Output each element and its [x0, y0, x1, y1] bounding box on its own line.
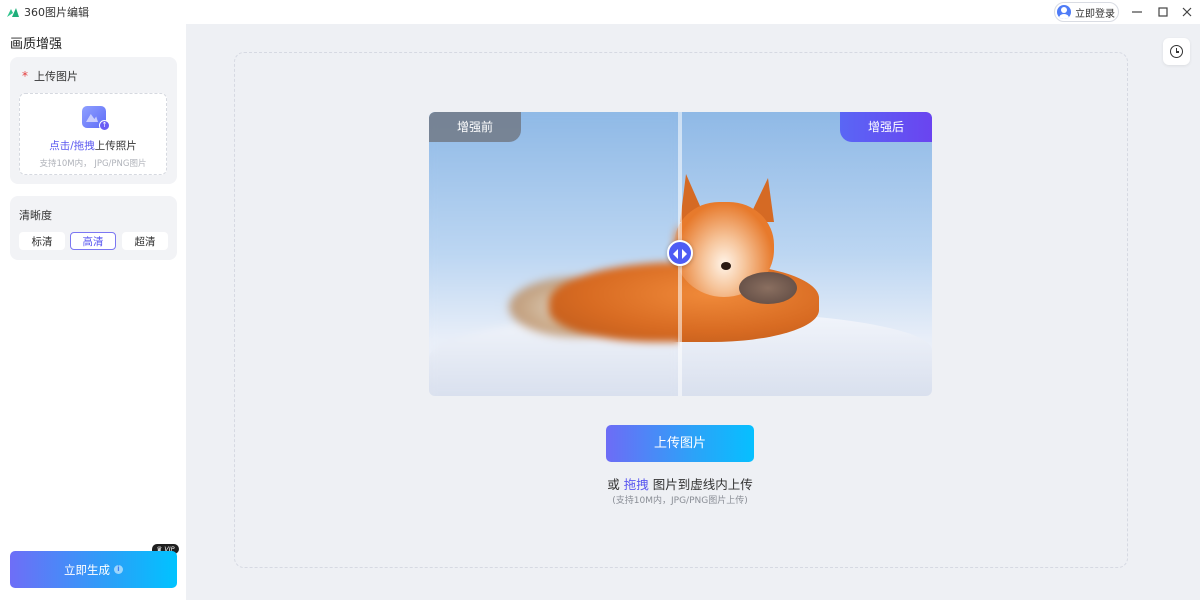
before-label: 增强前: [429, 112, 521, 142]
before-after-compare[interactable]: 增强前 增强后: [429, 112, 932, 396]
upload-hint: 支持10M内， JPG/PNG图片: [39, 159, 147, 169]
login-button[interactable]: 立即登录: [1054, 2, 1119, 22]
user-avatar-icon: [1057, 5, 1071, 19]
clarity-label: 清晰度: [19, 209, 52, 222]
compare-slider-handle[interactable]: [667, 240, 693, 266]
upload-image-button[interactable]: 上传图片: [606, 425, 754, 462]
upload-instruction: 点击/拖拽上传照片: [20, 138, 166, 153]
drag-link[interactable]: 拖拽: [624, 477, 649, 492]
click-drag-link[interactable]: 点击/拖拽: [49, 140, 95, 152]
drag-instruction: 或 拖拽 图片到虚线内上传: [0, 474, 1200, 493]
before-blurred-half: [429, 112, 680, 396]
app-title: 360图片编辑: [24, 6, 89, 19]
required-mark: *: [22, 69, 28, 83]
or-prefix: 或: [607, 477, 620, 492]
generate-label: 立即生成: [64, 562, 110, 577]
upload-dropzone[interactable]: ↑ 点击/拖拽上传照片 支持10M内， JPG/PNG图片: [19, 93, 167, 175]
upload-label: 上传图片: [34, 70, 78, 83]
info-icon[interactable]: i: [114, 565, 123, 574]
image-upload-icon: ↑: [82, 106, 110, 131]
after-label: 增强后: [840, 112, 932, 142]
minimize-icon[interactable]: [1128, 3, 1146, 21]
title-bar: 360图片编辑 立即登录: [0, 0, 1200, 24]
generate-button[interactable]: 立即生成 i: [10, 551, 177, 588]
clarity-card: 清晰度 标清 高清 超清: [10, 196, 177, 260]
login-label: 立即登录: [1075, 8, 1115, 20]
panel-title: 画质增强: [10, 37, 63, 52]
upload-action-text: 上传照片: [94, 140, 137, 152]
or-suffix: 图片到虚线内上传: [652, 477, 753, 492]
clarity-option-standard[interactable]: 标清: [19, 232, 65, 250]
history-button[interactable]: [1163, 38, 1190, 65]
history-clock-icon: [1170, 45, 1183, 58]
close-icon[interactable]: [1178, 3, 1196, 21]
app-logo-icon: [7, 8, 19, 17]
sidebar: 画质增强 * 上传图片 ↑ 点击/拖拽上传照片 支持10M内， JPG/PNG图…: [0, 24, 186, 600]
upload-card: * 上传图片 ↑ 点击/拖拽上传照片 支持10M内， JPG/PNG图片: [10, 57, 177, 184]
clarity-option-ultra[interactable]: 超清: [122, 232, 168, 250]
support-hint: (支持10M内，JPG/PNG图片上传): [612, 496, 748, 506]
clarity-option-high[interactable]: 高清: [70, 232, 116, 250]
maximize-icon[interactable]: [1154, 3, 1172, 21]
